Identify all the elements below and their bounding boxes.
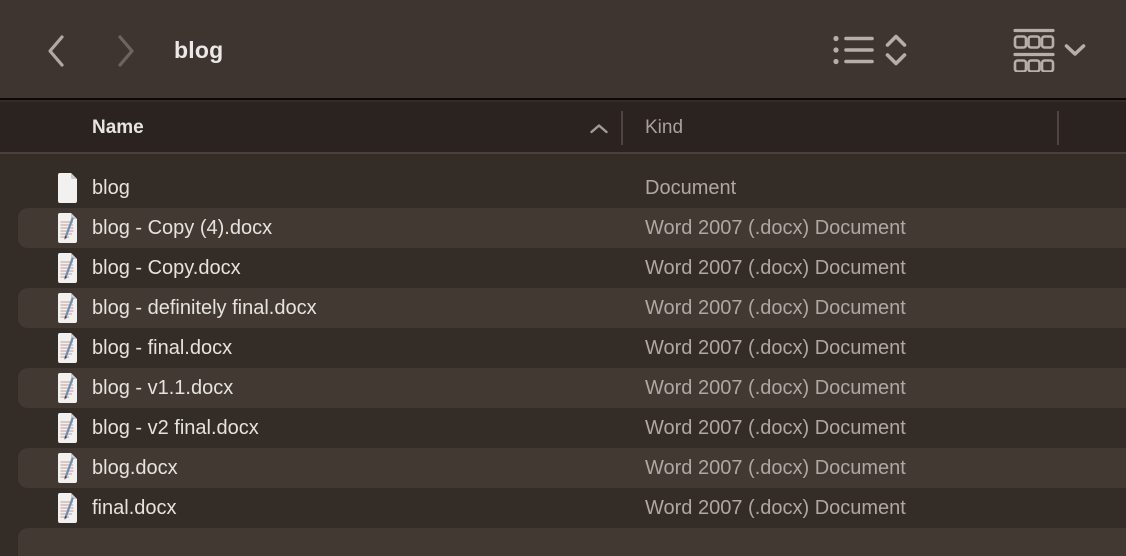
file-row[interactable]: blog - v1.1.docx Word 2007 (.docx) Docum… — [0, 368, 1126, 408]
file-row[interactable]: blog Document — [0, 168, 1126, 208]
file-row[interactable]: blog.docx Word 2007 (.docx) Document — [0, 448, 1126, 488]
chevron-right-icon — [115, 34, 137, 68]
finder-window: blog — [0, 0, 1126, 556]
group-view-icon — [1013, 28, 1055, 72]
plain-document-icon — [55, 173, 79, 203]
column-header-name[interactable]: Name — [92, 102, 144, 154]
file-kind: Word 2007 (.docx) Document — [645, 488, 906, 528]
group-view-control[interactable] — [1013, 0, 1086, 100]
file-row[interactable]: blog - v2 final.docx Word 2007 (.docx) D… — [0, 408, 1126, 448]
file-name: blog - Copy.docx — [92, 248, 636, 288]
list-view-icon — [833, 35, 875, 65]
chevron-up-down-icon — [884, 33, 908, 67]
file-name: blog - v2 final.docx — [92, 408, 636, 448]
docx-document-icon — [55, 493, 79, 523]
file-row[interactable]: blog - final.docx Word 2007 (.docx) Docu… — [0, 328, 1126, 368]
back-button[interactable] — [36, 32, 76, 70]
file-name: blog - final.docx — [92, 328, 636, 368]
column-resize-handle-name-kind[interactable] — [621, 111, 623, 145]
file-row[interactable]: blog - Copy (4).docx Word 2007 (.docx) D… — [0, 208, 1126, 248]
file-name: blog - v1.1.docx — [92, 368, 636, 408]
column-header-kind[interactable]: Kind — [645, 102, 683, 154]
docx-document-icon — [55, 373, 79, 403]
file-row[interactable]: blog - definitely final.docx Word 2007 (… — [0, 288, 1126, 328]
docx-document-icon — [55, 413, 79, 443]
file-kind: Word 2007 (.docx) Document — [645, 208, 906, 248]
docx-document-icon — [55, 253, 79, 283]
docx-document-icon — [55, 333, 79, 363]
file-kind: Word 2007 (.docx) Document — [645, 408, 906, 448]
file-name: blog - definitely final.docx — [92, 288, 636, 328]
docx-document-icon — [55, 293, 79, 323]
column-resize-handle-kind-end[interactable] — [1057, 111, 1059, 145]
file-name: blog.docx — [92, 448, 636, 488]
toolbar: blog — [0, 0, 1126, 100]
file-kind: Word 2007 (.docx) Document — [645, 368, 906, 408]
file-kind: Word 2007 (.docx) Document — [645, 248, 906, 288]
chevron-down-icon — [1064, 42, 1086, 58]
sort-view-control[interactable] — [833, 0, 908, 100]
file-row[interactable]: final.docx Word 2007 (.docx) Document — [0, 488, 1126, 528]
window-title: blog — [174, 0, 223, 100]
file-name: blog — [92, 168, 636, 208]
docx-document-icon — [55, 213, 79, 243]
file-name: final.docx — [92, 488, 636, 528]
file-kind: Word 2007 (.docx) Document — [645, 288, 906, 328]
chevron-left-icon — [45, 34, 67, 68]
empty-stripe-row — [0, 528, 1126, 556]
column-header-row: Name Kind — [0, 102, 1126, 154]
file-row[interactable]: blog - Copy.docx Word 2007 (.docx) Docum… — [0, 248, 1126, 288]
forward-button[interactable] — [106, 32, 146, 70]
file-name: blog - Copy (4).docx — [92, 208, 636, 248]
file-kind: Word 2007 (.docx) Document — [645, 448, 906, 488]
file-kind: Word 2007 (.docx) Document — [645, 328, 906, 368]
file-kind: Document — [645, 168, 736, 208]
file-list: blog Document blog - Copy (4).docx Word … — [0, 156, 1126, 556]
docx-document-icon — [55, 453, 79, 483]
sort-ascending-icon — [589, 123, 609, 135]
